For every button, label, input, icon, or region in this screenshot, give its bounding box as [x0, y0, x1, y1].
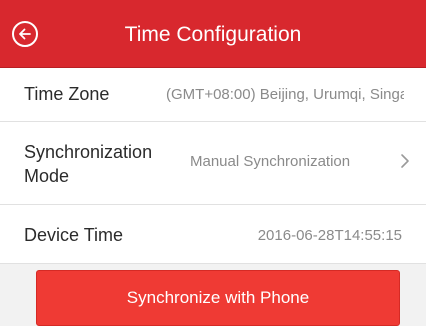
- synchronize-with-phone-button[interactable]: Synchronize with Phone: [36, 270, 400, 326]
- time-zone-row[interactable]: Time Zone (GMT+08:00) Beijing, Urumqi, S…: [0, 68, 426, 122]
- header-bar: Time Configuration: [0, 0, 426, 68]
- settings-list: Time Zone (GMT+08:00) Beijing, Urumqi, S…: [0, 68, 426, 264]
- chevron-right-icon: [401, 154, 409, 168]
- device-time-row: Device Time 2016-06-28T14:55:15: [0, 205, 426, 264]
- action-area: Synchronize with Phone: [0, 264, 426, 326]
- time-configuration-screen: Time Configuration Time Zone (GMT+08:00)…: [0, 0, 426, 326]
- time-zone-value: (GMT+08:00) Beijing, Urumqi, Singapore: [166, 86, 404, 103]
- page-title: Time Configuration: [124, 23, 302, 46]
- sync-mode-value: Manual Synchronization: [190, 153, 351, 170]
- sync-mode-label: Synchronization Mode: [24, 140, 174, 188]
- time-zone-label: Time Zone: [24, 84, 110, 104]
- device-time-value: 2016-06-28T14:55:15: [257, 227, 402, 244]
- sync-mode-label-line1: Synchronization: [24, 142, 153, 162]
- device-time-label: Device Time: [24, 225, 124, 245]
- sync-mode-row[interactable]: Synchronization Mode Manual Synchronizati…: [0, 122, 426, 205]
- sync-mode-label-line2: Mode: [24, 166, 70, 186]
